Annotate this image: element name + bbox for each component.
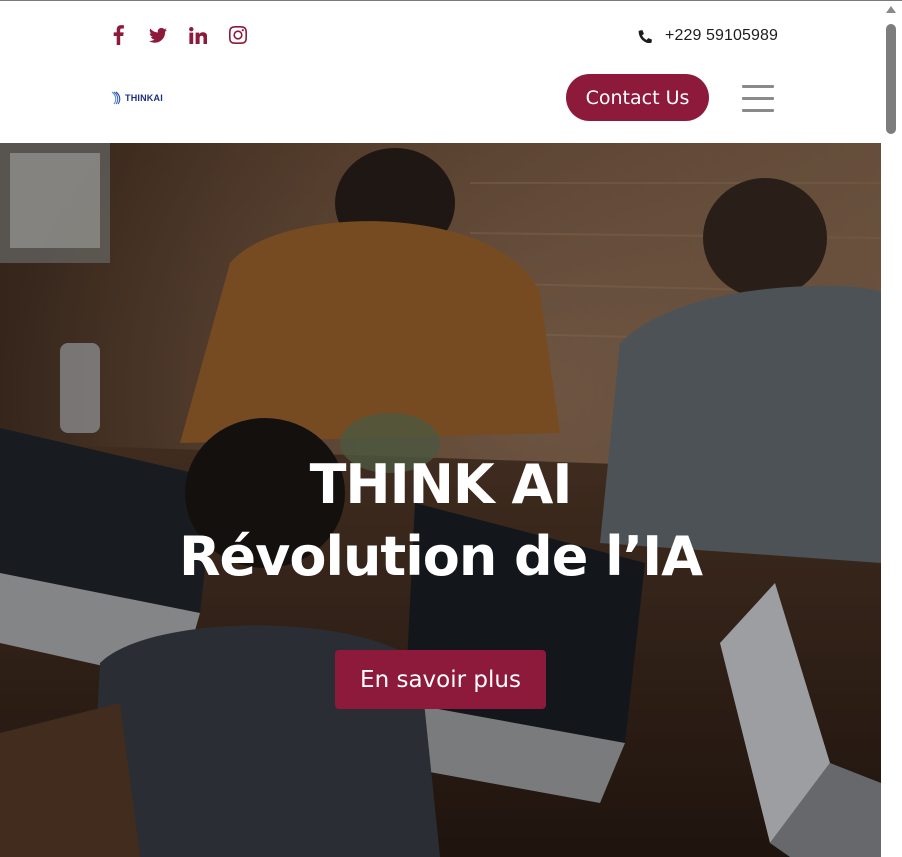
page: +229 59105989 THINKAI Contact Us THINK A… bbox=[0, 0, 881, 857]
linkedin-link[interactable] bbox=[188, 23, 208, 47]
linkedin-icon bbox=[189, 26, 207, 44]
phone-icon bbox=[638, 30, 652, 43]
hero-title-line-2: Révolution de l’IA bbox=[178, 525, 703, 588]
site-logo[interactable]: THINKAI bbox=[110, 91, 163, 105]
logo-mark-icon bbox=[111, 91, 121, 105]
hamburger-menu-icon[interactable] bbox=[742, 85, 774, 112]
phone-contact[interactable]: +229 59105989 bbox=[638, 25, 778, 47]
window-top-border bbox=[0, 0, 902, 1]
learn-more-button[interactable]: En savoir plus bbox=[335, 650, 546, 709]
facebook-icon bbox=[113, 25, 124, 45]
instagram-link[interactable] bbox=[228, 23, 248, 47]
scrollbar-thumb[interactable] bbox=[886, 24, 896, 134]
hero-banner: THINK AI Révolution de l’IA En savoir pl… bbox=[0, 143, 881, 857]
vertical-scrollbar[interactable] bbox=[881, 0, 902, 857]
twitter-icon bbox=[149, 27, 167, 43]
twitter-link[interactable] bbox=[148, 23, 168, 47]
site-header: +229 59105989 THINKAI Contact Us bbox=[0, 1, 881, 143]
contact-us-button[interactable]: Contact Us bbox=[566, 74, 709, 121]
hero-title-line-1: THINK AI bbox=[309, 453, 573, 516]
scroll-up-arrow-icon[interactable] bbox=[886, 6, 896, 13]
phone-number: +229 59105989 bbox=[665, 27, 778, 44]
instagram-icon bbox=[229, 26, 247, 44]
social-links bbox=[108, 23, 268, 47]
logo-text: THINKAI bbox=[125, 93, 163, 103]
facebook-link[interactable] bbox=[108, 23, 128, 47]
hero-title: THINK AI Révolution de l’IA bbox=[0, 449, 881, 593]
